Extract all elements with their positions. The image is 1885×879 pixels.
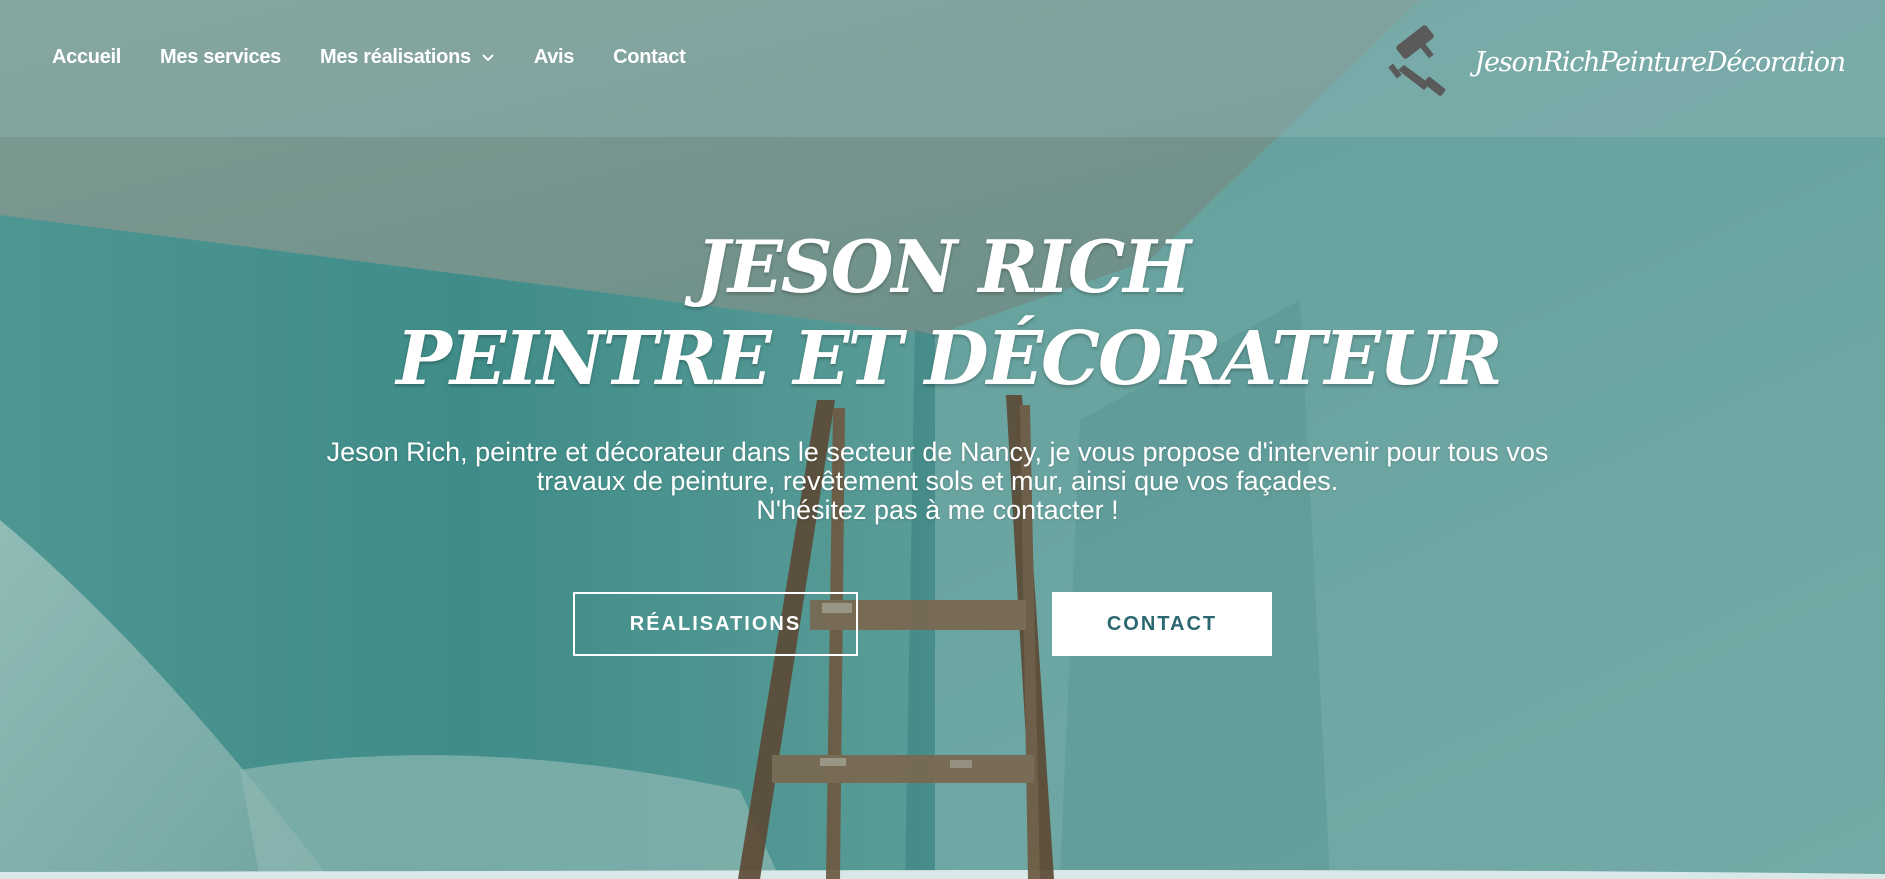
- paint-roller-icon: [1388, 25, 1446, 96]
- hero-description-line: N'hésitez pas à me contacter !: [756, 495, 1119, 525]
- chevron-down-icon: [482, 53, 494, 61]
- brand-logo[interactable]: JesonRichPeintureDécoration: [1384, 24, 1846, 100]
- page: Accueil Mes services Mes réalisations Av…: [0, 0, 1885, 879]
- nav-item-label: Avis: [533, 46, 575, 68]
- hero-description-line: Jeson Rich, peintre et décorateur dans l…: [326, 437, 1549, 467]
- hero-title-line2: PEINTRE ET DÉCORATEUR: [396, 316, 1503, 402]
- hero-description: Jeson Rich, peintre et décorateur dans l…: [200, 438, 1675, 525]
- nav-item-accueil[interactable]: Accueil: [52, 46, 121, 69]
- nav-item-label: Mes réalisations: [320, 46, 471, 68]
- hero-title-line1: JESON RICH: [695, 224, 1191, 309]
- nav-item-label: Accueil: [52, 46, 122, 68]
- nav-item-label: Contact: [613, 46, 686, 68]
- realisations-button[interactable]: RÉALISATIONS: [573, 592, 858, 656]
- hero-description-line: travaux de peinture, revêtement sols et …: [536, 466, 1339, 496]
- nav-item-contact[interactable]: Contact: [613, 46, 686, 69]
- contact-button[interactable]: CONTACT: [1052, 592, 1272, 656]
- main-nav: Accueil Mes services Mes réalisations Av…: [52, 46, 724, 69]
- nav-item-mes-services[interactable]: Mes services: [160, 46, 281, 69]
- nav-item-avis[interactable]: Avis: [533, 46, 575, 69]
- nav-item-mes-realisations[interactable]: Mes réalisations: [320, 46, 495, 69]
- brand-name: JesonRichPeintureDécoration: [1474, 46, 1846, 78]
- nav-item-label: Mes services: [160, 46, 281, 68]
- site-header: Accueil Mes services Mes réalisations Av…: [0, 0, 1885, 137]
